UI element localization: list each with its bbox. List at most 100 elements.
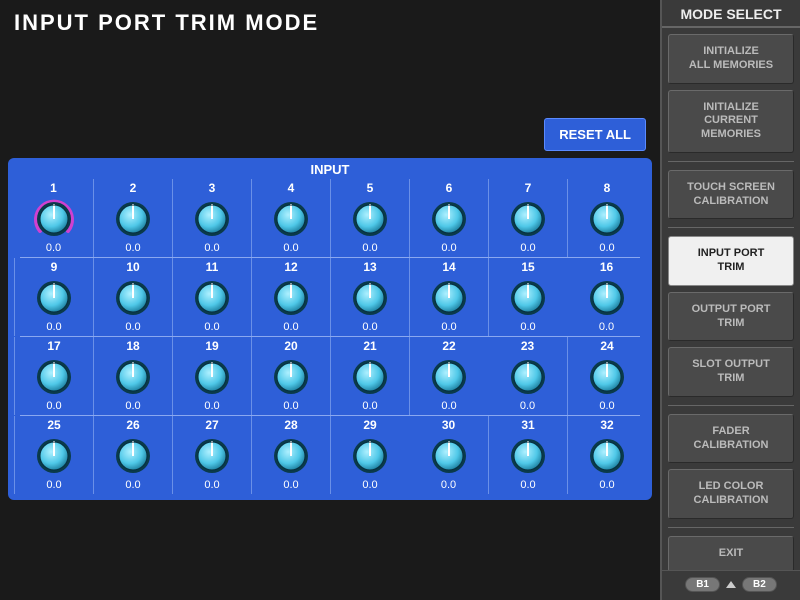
knob-29[interactable]: 290.0 — [330, 416, 409, 494]
knob-dial-icon[interactable] — [427, 355, 471, 399]
knob-dial-icon[interactable] — [348, 434, 392, 478]
knob-dial-icon[interactable] — [348, 355, 392, 399]
knob-26[interactable]: 260.0 — [93, 416, 172, 494]
knob-19[interactable]: 190.0 — [172, 337, 251, 415]
knob-5[interactable]: 50.0 — [330, 179, 409, 257]
knob-6[interactable]: 60.0 — [409, 179, 488, 257]
mode-button[interactable]: LED COLORCALIBRATION — [668, 469, 794, 519]
knob-15[interactable]: 150.0 — [488, 258, 567, 336]
knob-value: 0.0 — [46, 242, 61, 254]
knob-value: 0.0 — [520, 242, 535, 254]
knob-30[interactable]: 300.0 — [409, 416, 488, 494]
knob-value: 0.0 — [204, 321, 219, 333]
knob-dial-icon[interactable] — [32, 197, 76, 241]
knob-number: 3 — [209, 181, 216, 195]
knob-28[interactable]: 280.0 — [251, 416, 330, 494]
knob-dial-icon[interactable] — [269, 276, 313, 320]
knob-25[interactable]: 250.0 — [14, 416, 93, 494]
knob-dial-icon[interactable] — [111, 355, 155, 399]
knob-dial-icon[interactable] — [111, 197, 155, 241]
mode-button[interactable]: EXIT — [668, 536, 794, 570]
knob-23[interactable]: 230.0 — [488, 337, 567, 415]
knob-dial-icon[interactable] — [506, 276, 550, 320]
knob-dial-icon[interactable] — [348, 276, 392, 320]
knob-number: 9 — [51, 260, 58, 274]
knob-16[interactable]: 160.0 — [567, 258, 646, 336]
nav-up-icon[interactable] — [726, 581, 736, 588]
nav-right-pill[interactable]: B2 — [742, 577, 777, 592]
knob-dial-icon[interactable] — [585, 355, 629, 399]
knob-3[interactable]: 30.0 — [172, 179, 251, 257]
knob-dial-icon[interactable] — [190, 355, 234, 399]
knob-dial-icon[interactable] — [111, 276, 155, 320]
mode-button[interactable]: INITIALIZECURRENT MEMORIES — [668, 90, 794, 153]
knob-dial-icon[interactable] — [190, 276, 234, 320]
knob-7[interactable]: 70.0 — [488, 179, 567, 257]
knob-dial-icon[interactable] — [506, 434, 550, 478]
knob-21[interactable]: 210.0 — [330, 337, 409, 415]
knob-14[interactable]: 140.0 — [409, 258, 488, 336]
knob-24[interactable]: 240.0 — [567, 337, 646, 415]
knob-value: 0.0 — [46, 321, 61, 333]
knob-dial-icon[interactable] — [585, 197, 629, 241]
knob-dial-icon[interactable] — [585, 434, 629, 478]
knob-value: 0.0 — [599, 242, 614, 254]
knob-dial-icon[interactable] — [269, 434, 313, 478]
mode-button[interactable]: SLOT OUTPUTTRIM — [668, 347, 794, 397]
mode-separator — [668, 527, 794, 528]
knob-17[interactable]: 170.0 — [14, 337, 93, 415]
knob-dial-icon[interactable] — [427, 434, 471, 478]
knob-number: 12 — [284, 260, 297, 274]
knob-number: 26 — [126, 418, 139, 432]
knob-dial-icon[interactable] — [506, 197, 550, 241]
knob-value: 0.0 — [204, 479, 219, 491]
mode-button[interactable]: INPUT PORTTRIM — [668, 236, 794, 286]
knob-4[interactable]: 40.0 — [251, 179, 330, 257]
knob-value: 0.0 — [283, 242, 298, 254]
mode-separator — [668, 405, 794, 406]
knob-8[interactable]: 80.0 — [567, 179, 646, 257]
knob-13[interactable]: 130.0 — [330, 258, 409, 336]
knob-9[interactable]: 90.0 — [14, 258, 93, 336]
knob-18[interactable]: 180.0 — [93, 337, 172, 415]
knob-value: 0.0 — [362, 479, 377, 491]
knob-11[interactable]: 110.0 — [172, 258, 251, 336]
mode-button[interactable]: TOUCH SCREENCALIBRATION — [668, 170, 794, 220]
knob-number: 13 — [363, 260, 376, 274]
knob-12[interactable]: 120.0 — [251, 258, 330, 336]
knob-dial-icon[interactable] — [32, 434, 76, 478]
input-panel-header: INPUT — [8, 158, 652, 179]
knob-dial-icon[interactable] — [585, 276, 629, 320]
nav-left-pill[interactable]: B1 — [685, 577, 720, 592]
knob-dial-icon[interactable] — [32, 355, 76, 399]
mode-button[interactable]: OUTPUT PORTTRIM — [668, 292, 794, 342]
knob-value: 0.0 — [125, 400, 140, 412]
knob-dial-icon[interactable] — [348, 197, 392, 241]
knob-27[interactable]: 270.0 — [172, 416, 251, 494]
knob-32[interactable]: 320.0 — [567, 416, 646, 494]
knob-1[interactable]: 10.0 — [14, 179, 93, 257]
knob-2[interactable]: 20.0 — [93, 179, 172, 257]
knob-number: 1 — [50, 181, 57, 195]
knob-31[interactable]: 310.0 — [488, 416, 567, 494]
knob-dial-icon[interactable] — [427, 197, 471, 241]
knob-dial-icon[interactable] — [190, 197, 234, 241]
knob-dial-icon[interactable] — [269, 355, 313, 399]
mode-button[interactable]: INITIALIZEALL MEMORIES — [668, 34, 794, 84]
knob-20[interactable]: 200.0 — [251, 337, 330, 415]
reset-all-button[interactable]: RESET ALL — [544, 118, 646, 151]
knob-dial-icon[interactable] — [111, 434, 155, 478]
knob-dial-icon[interactable] — [269, 197, 313, 241]
mode-button[interactable]: FADERCALIBRATION — [668, 414, 794, 464]
knob-value: 0.0 — [441, 242, 456, 254]
knob-number: 16 — [600, 260, 613, 274]
knob-value: 0.0 — [362, 400, 377, 412]
mode-list: INITIALIZEALL MEMORIES INITIALIZECURRENT … — [662, 28, 800, 570]
knob-dial-icon[interactable] — [32, 276, 76, 320]
knob-10[interactable]: 100.0 — [93, 258, 172, 336]
knob-dial-icon[interactable] — [506, 355, 550, 399]
knob-dial-icon[interactable] — [427, 276, 471, 320]
knob-22[interactable]: 220.0 — [409, 337, 488, 415]
knob-dial-icon[interactable] — [190, 434, 234, 478]
knob-value: 0.0 — [204, 242, 219, 254]
